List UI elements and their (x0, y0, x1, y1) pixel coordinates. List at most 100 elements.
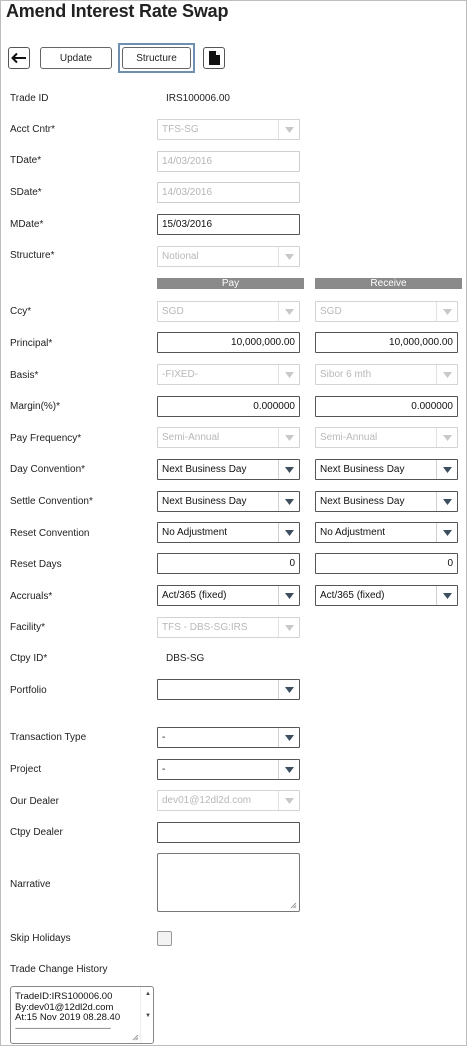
arrow-left-icon (11, 52, 26, 64)
history-line: TradeID:IRS100006.00 (15, 991, 113, 1002)
our-dealer-value: dev01@12dl2d.com (162, 795, 252, 806)
pay-basis-select[interactable]: -FIXED- (157, 364, 300, 385)
structure-button[interactable]: Structure (122, 47, 191, 69)
project-select[interactable]: - (157, 759, 300, 780)
receive-reset-convention-value: No Adjustment (320, 527, 386, 538)
chevron-down-icon (436, 586, 457, 605)
our-dealer-select[interactable]: dev01@12dl2d.com (157, 790, 300, 811)
receive-settle-convention-select[interactable]: Next Business Day (315, 491, 458, 512)
project-label: Project (10, 764, 42, 775)
chevron-down-icon (278, 120, 299, 139)
sdate-label: SDate* (10, 187, 42, 198)
pay-day-convention-value: Next Business Day (162, 464, 247, 475)
resize-grip-icon[interactable] (289, 901, 297, 909)
chevron-down-icon (278, 492, 299, 511)
pay-margin-input[interactable]: 0.000000 (157, 396, 300, 417)
narrative-label: Narrative (10, 879, 51, 890)
pay-basis-value: -FIXED- (162, 369, 199, 380)
ctpy-dealer-label: Ctpy Dealer (10, 827, 63, 838)
chevron-down-icon (436, 523, 457, 542)
mdate-input[interactable]: 15/03/2016 (157, 214, 300, 235)
receive-ccy-select[interactable]: SGD (315, 301, 458, 322)
document-icon (209, 51, 220, 65)
day-convention-label: Day Convention* (10, 464, 86, 475)
chevron-down-icon (278, 302, 299, 321)
reset-days-label: Reset Days (10, 559, 62, 570)
transaction-type-select[interactable]: - (157, 727, 300, 748)
pay-reset-convention-select[interactable]: No Adjustment (157, 522, 300, 543)
pay-ccy-select[interactable]: SGD (157, 301, 300, 322)
pay-pay-frequency-select[interactable]: Semi-Annual (157, 427, 300, 448)
chevron-down-icon (278, 247, 299, 266)
tdate-label: TDate* (10, 155, 42, 166)
sdate-input[interactable]: 14/03/2016 (157, 182, 300, 203)
acct-cntr-select[interactable]: TFS-SG (157, 119, 300, 140)
chevron-down-icon (436, 365, 457, 384)
narrative-textarea[interactable] (157, 853, 300, 912)
receive-reset-days-input[interactable]: 0 (315, 553, 458, 574)
pay-settle-convention-select[interactable]: Next Business Day (157, 491, 300, 512)
chevron-down-icon (278, 460, 299, 479)
receive-basis-select[interactable]: Sibor 6 mth (315, 364, 458, 385)
history-scrollbar[interactable]: ▲ ▼ (140, 987, 153, 1043)
structure-value: Notional (162, 251, 199, 262)
page-title: Amend Interest Rate Swap (6, 1, 229, 21)
structure-label: Structure* (10, 250, 55, 261)
trade-id-label: Trade ID (10, 93, 49, 104)
receive-day-convention-select[interactable]: Next Business Day (315, 459, 458, 480)
trade-change-history-label: Trade Change History (10, 964, 108, 975)
pay-accruals-select[interactable]: Act/365 (fixed) (157, 585, 300, 606)
receive-margin-input[interactable]: 0.000000 (315, 396, 458, 417)
receive-accruals-select[interactable]: Act/365 (fixed) (315, 585, 458, 606)
facility-select[interactable]: TFS - DBS-SG:IRS (157, 617, 300, 638)
receive-pay-frequency-select[interactable]: Semi-Annual (315, 427, 458, 448)
pay-principal-input[interactable]: 10,000,000.00 (157, 332, 300, 353)
facility-label: Facility* (10, 622, 46, 633)
chevron-down-icon (278, 728, 299, 747)
our-dealer-label: Our Dealer (10, 796, 59, 807)
transaction-type-label: Transaction Type (10, 732, 87, 743)
pay-ccy-value: SGD (162, 306, 184, 317)
tdate-input[interactable]: 14/03/2016 (157, 151, 300, 172)
receive-column-header: Receive (315, 278, 462, 289)
structure-select[interactable]: Notional (157, 246, 300, 267)
pay-accruals-value: Act/365 (fixed) (162, 590, 227, 601)
update-button[interactable]: Update (40, 47, 112, 69)
chevron-down-icon (278, 523, 299, 542)
receive-reset-convention-select[interactable]: No Adjustment (315, 522, 458, 543)
scroll-down-icon[interactable]: ▼ (145, 1013, 151, 1019)
pay-column-header: Pay (157, 278, 304, 289)
pay-settle-convention-value: Next Business Day (162, 496, 247, 507)
trade-change-history-textarea[interactable]: TradeID:IRS100006.00 By:dev01@12dl2d.com… (10, 986, 154, 1044)
document-button[interactable] (203, 47, 225, 69)
receive-principal-input[interactable]: 10,000,000.00 (315, 332, 458, 353)
portfolio-select[interactable] (157, 679, 300, 700)
acct-cntr-label: Acct Cntr* (10, 124, 56, 135)
ctpy-dealer-input[interactable] (157, 822, 300, 843)
receive-pay-frequency-value: Semi-Annual (320, 432, 378, 443)
skip-holidays-label: Skip Holidays (10, 933, 71, 944)
back-button[interactable] (8, 47, 30, 69)
principal-label: Principal* (10, 338, 53, 349)
chevron-down-icon (278, 618, 299, 637)
chevron-down-icon (436, 302, 457, 321)
resize-grip-icon[interactable] (131, 1033, 139, 1041)
pay-reset-days-input[interactable]: 0 (157, 553, 300, 574)
reset-convention-label: Reset Convention (10, 528, 90, 539)
ctpy-id-value: DBS-SG (166, 653, 205, 664)
receive-basis-value: Sibor 6 mth (320, 369, 372, 380)
chevron-down-icon (278, 680, 299, 699)
chevron-down-icon (436, 428, 457, 447)
receive-settle-convention-value: Next Business Day (320, 496, 405, 507)
basis-label: Basis* (10, 370, 39, 381)
project-value: - (162, 764, 166, 775)
receive-day-convention-value: Next Business Day (320, 464, 405, 475)
scroll-up-icon[interactable]: ▲ (145, 991, 151, 997)
skip-holidays-checkbox[interactable] (157, 931, 172, 946)
mdate-label: MDate* (10, 219, 44, 230)
chevron-down-icon (436, 492, 457, 511)
transaction-type-value: - (162, 732, 166, 743)
pay-day-convention-select[interactable]: Next Business Day (157, 459, 300, 480)
ctpy-id-label: Ctpy ID* (10, 653, 48, 664)
pay-pay-frequency-value: Semi-Annual (162, 432, 220, 443)
